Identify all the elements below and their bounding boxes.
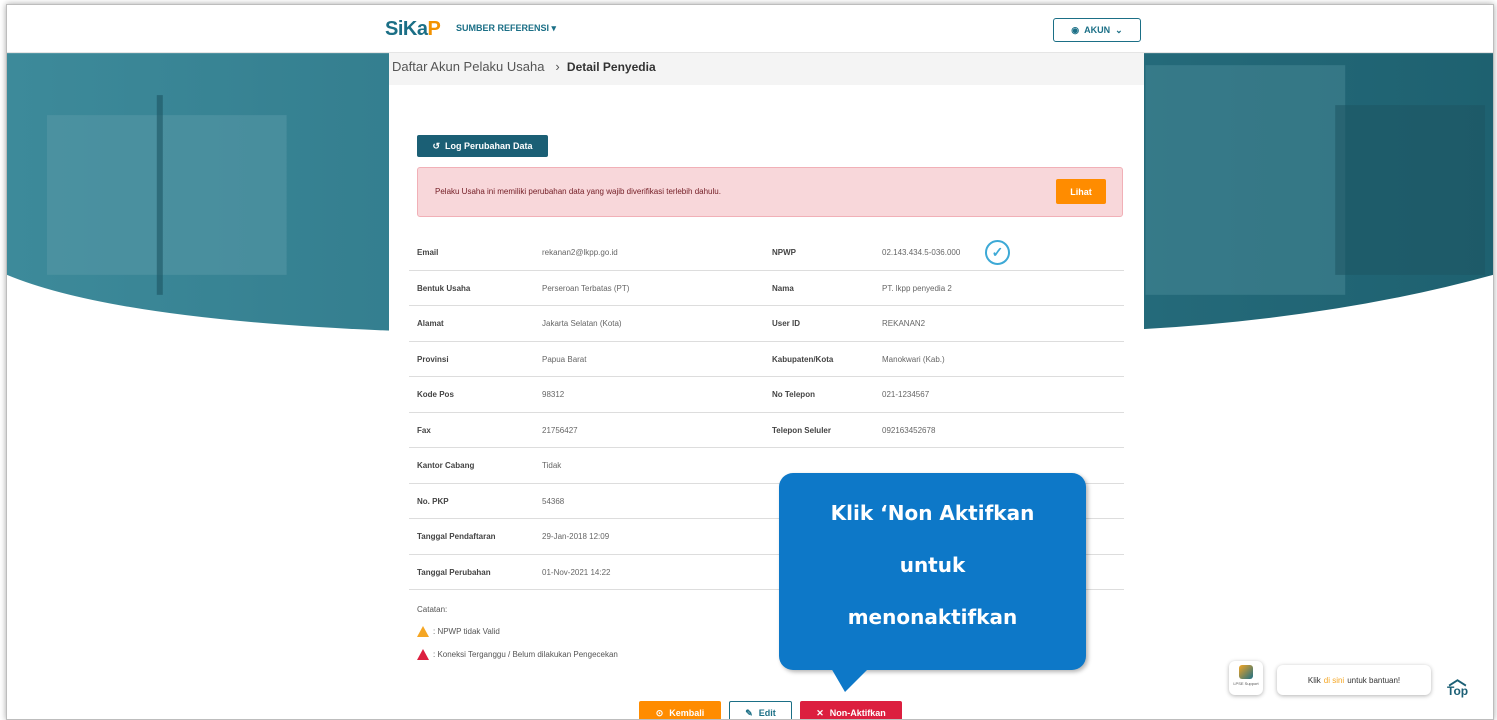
help-link[interactable]: di sini <box>1324 676 1344 685</box>
row-label: User ID <box>772 319 801 328</box>
sikap-logo[interactable]: SiKaP <box>385 18 441 41</box>
top-label: Top <box>1447 684 1469 698</box>
verification-alert: Pelaku Usaha ini memiliki perubahan data… <box>417 167 1123 217</box>
row-label: Tanggal Pendaftaran <box>417 532 496 541</box>
breadcrumb-parent[interactable]: Daftar Akun Pelaku Usaha <box>392 59 544 74</box>
row-label: Kabupaten/Kota <box>772 354 834 364</box>
note-npwp: : NPWP tidak Valid <box>433 627 500 636</box>
row-label: Kantor Cabang <box>417 461 475 470</box>
breadcrumb-separator: › <box>555 59 560 74</box>
breadcrumb-current: Detail Penyedia <box>566 60 656 74</box>
row-value: 021-1234567 <box>882 390 930 399</box>
row-value: Jakarta Selatan (Kota) <box>542 319 622 328</box>
row-label: Kode Pos <box>417 390 454 399</box>
notes-section: Catatan: : NPWP tidak Valid : Koneksi Te… <box>417 605 618 660</box>
row-value: rekanan2@lkpp.go.id <box>542 248 618 257</box>
row-value: 98312 <box>542 390 565 399</box>
row-label: Tanggal Perubahan <box>417 567 491 577</box>
row-value: 54368 <box>542 496 565 506</box>
lpse-support-widget[interactable]: LPSE Support <box>1229 661 1263 695</box>
history-icon: ↺ <box>432 140 441 151</box>
row-label: Alamat <box>417 319 444 328</box>
row-label: Fax <box>417 425 431 435</box>
help-pre: Klik <box>1307 675 1321 685</box>
browser-frame: SiKaP SUMBER REFERENSI ▾ ◉ AKUN ⌄ Daftar… <box>6 4 1494 720</box>
row-value: Perseroan Terbatas (PT) <box>542 283 630 293</box>
row-label: NPWP <box>772 248 796 257</box>
row-value: 02.143.434.5-036.000 <box>882 248 961 257</box>
row-value: 29-Jan-2018 12:09 <box>542 532 610 541</box>
support-logo-icon <box>1239 665 1253 679</box>
log-perubahan-button[interactable]: ↺ Log Perubahan Data <box>417 135 548 157</box>
callout-line-2: untuk <box>899 553 966 577</box>
warning-red-icon <box>417 649 429 660</box>
support-label: LPSE Support <box>1233 681 1259 686</box>
table-row: Fax 21756427 Telepon Seluler 092163452678 <box>409 413 1124 448</box>
nav-menu-sumber-referensi[interactable]: SUMBER REFERENSI ▾ <box>456 23 556 34</box>
row-value: 21756427 <box>542 425 578 435</box>
alert-message: Pelaku Usaha ini memiliki perubahan data… <box>435 187 721 196</box>
edit-label: Edit <box>758 708 776 718</box>
warning-orange-icon <box>417 626 429 637</box>
row-value: REKANAN2 <box>882 319 926 328</box>
table-row: Provinsi Papua Barat Kabupaten/Kota Manokwa… <box>409 342 1124 377</box>
row-value: Manokwari (Kab.) <box>882 354 945 364</box>
log-button-label: Log Perubahan Data <box>445 141 533 151</box>
row-value: Papua Barat <box>542 354 587 364</box>
row-value: PT. lkpp penyedia 2 <box>882 283 952 293</box>
help-post: untuk bantuan! <box>1347 675 1401 685</box>
chevron-down-icon: ⌄ <box>1115 24 1123 35</box>
row-label: Nama <box>772 283 794 293</box>
help-bubble[interactable]: Klik di sini untuk bantuan! <box>1277 665 1431 695</box>
table-row: Kode Pos 98312 No Telepon 021-1234567 <box>409 377 1124 413</box>
kembali-button[interactable]: ⊙ Kembali <box>639 701 721 719</box>
user-icon: ◉ <box>1071 24 1080 35</box>
kembali-label: Kembali <box>669 708 705 718</box>
row-label: Bentuk Usaha <box>417 283 471 293</box>
breadcrumb: Daftar Akun Pelaku Usaha › Detail Penyed… <box>389 53 1144 85</box>
row-label: Telepon Seluler <box>772 425 831 435</box>
account-dropdown[interactable]: ◉ AKUN ⌄ <box>1053 18 1141 42</box>
instruction-callout: Klik ‘Non Aktifkan untuk menonaktifkan <box>779 473 1086 692</box>
table-row: Email rekanan2@lkpp.go.id NPWP 02.143.434.5… <box>409 235 1124 271</box>
back-icon: ⊙ <box>655 707 664 718</box>
row-value: 01-Nov-2021 14:22 <box>542 567 611 577</box>
back-to-top-button[interactable]: ︿ Top <box>1447 670 1469 698</box>
note-koneksi: : Koneksi Terganggu / Belum dilakukan Pe… <box>433 650 618 659</box>
non-aktifkan-label: Non-Aktifkan <box>829 708 886 718</box>
row-value: 092163452678 <box>882 425 936 435</box>
table-row: Alamat Jakarta Selatan (Kota) User ID REKAN… <box>409 306 1124 342</box>
close-icon: ✕ <box>816 707 824 718</box>
non-aktifkan-button[interactable]: ✕ Non-Aktifkan <box>800 701 902 719</box>
npwp-verified-check-icon: ✓ <box>985 240 1010 265</box>
action-buttons: ⊙ Kembali ✎ Edit ✕ Non-Aktifkan <box>639 701 902 719</box>
callout-line-3: menonaktifkan <box>847 605 1018 629</box>
lihat-button[interactable]: Lihat <box>1056 179 1106 204</box>
notes-title: Catatan: <box>417 605 448 614</box>
row-value: Tidak <box>542 461 562 470</box>
row-label: No Telepon <box>772 390 815 399</box>
row-label: Provinsi <box>417 354 449 364</box>
edit-button[interactable]: ✎ Edit <box>729 701 792 719</box>
table-row: Bentuk Usaha Perseroan Terbatas (PT) Nama P… <box>409 271 1124 306</box>
account-label: AKUN <box>1084 25 1111 35</box>
callout-line-1: Klik ‘Non Aktifkan <box>830 501 1035 525</box>
edit-icon: ✎ <box>745 707 753 718</box>
top-navbar: SiKaP SUMBER REFERENSI ▾ ◉ AKUN ⌄ <box>7 5 1493 53</box>
row-label: No. PKP <box>417 496 449 506</box>
row-label: Email <box>417 248 439 257</box>
